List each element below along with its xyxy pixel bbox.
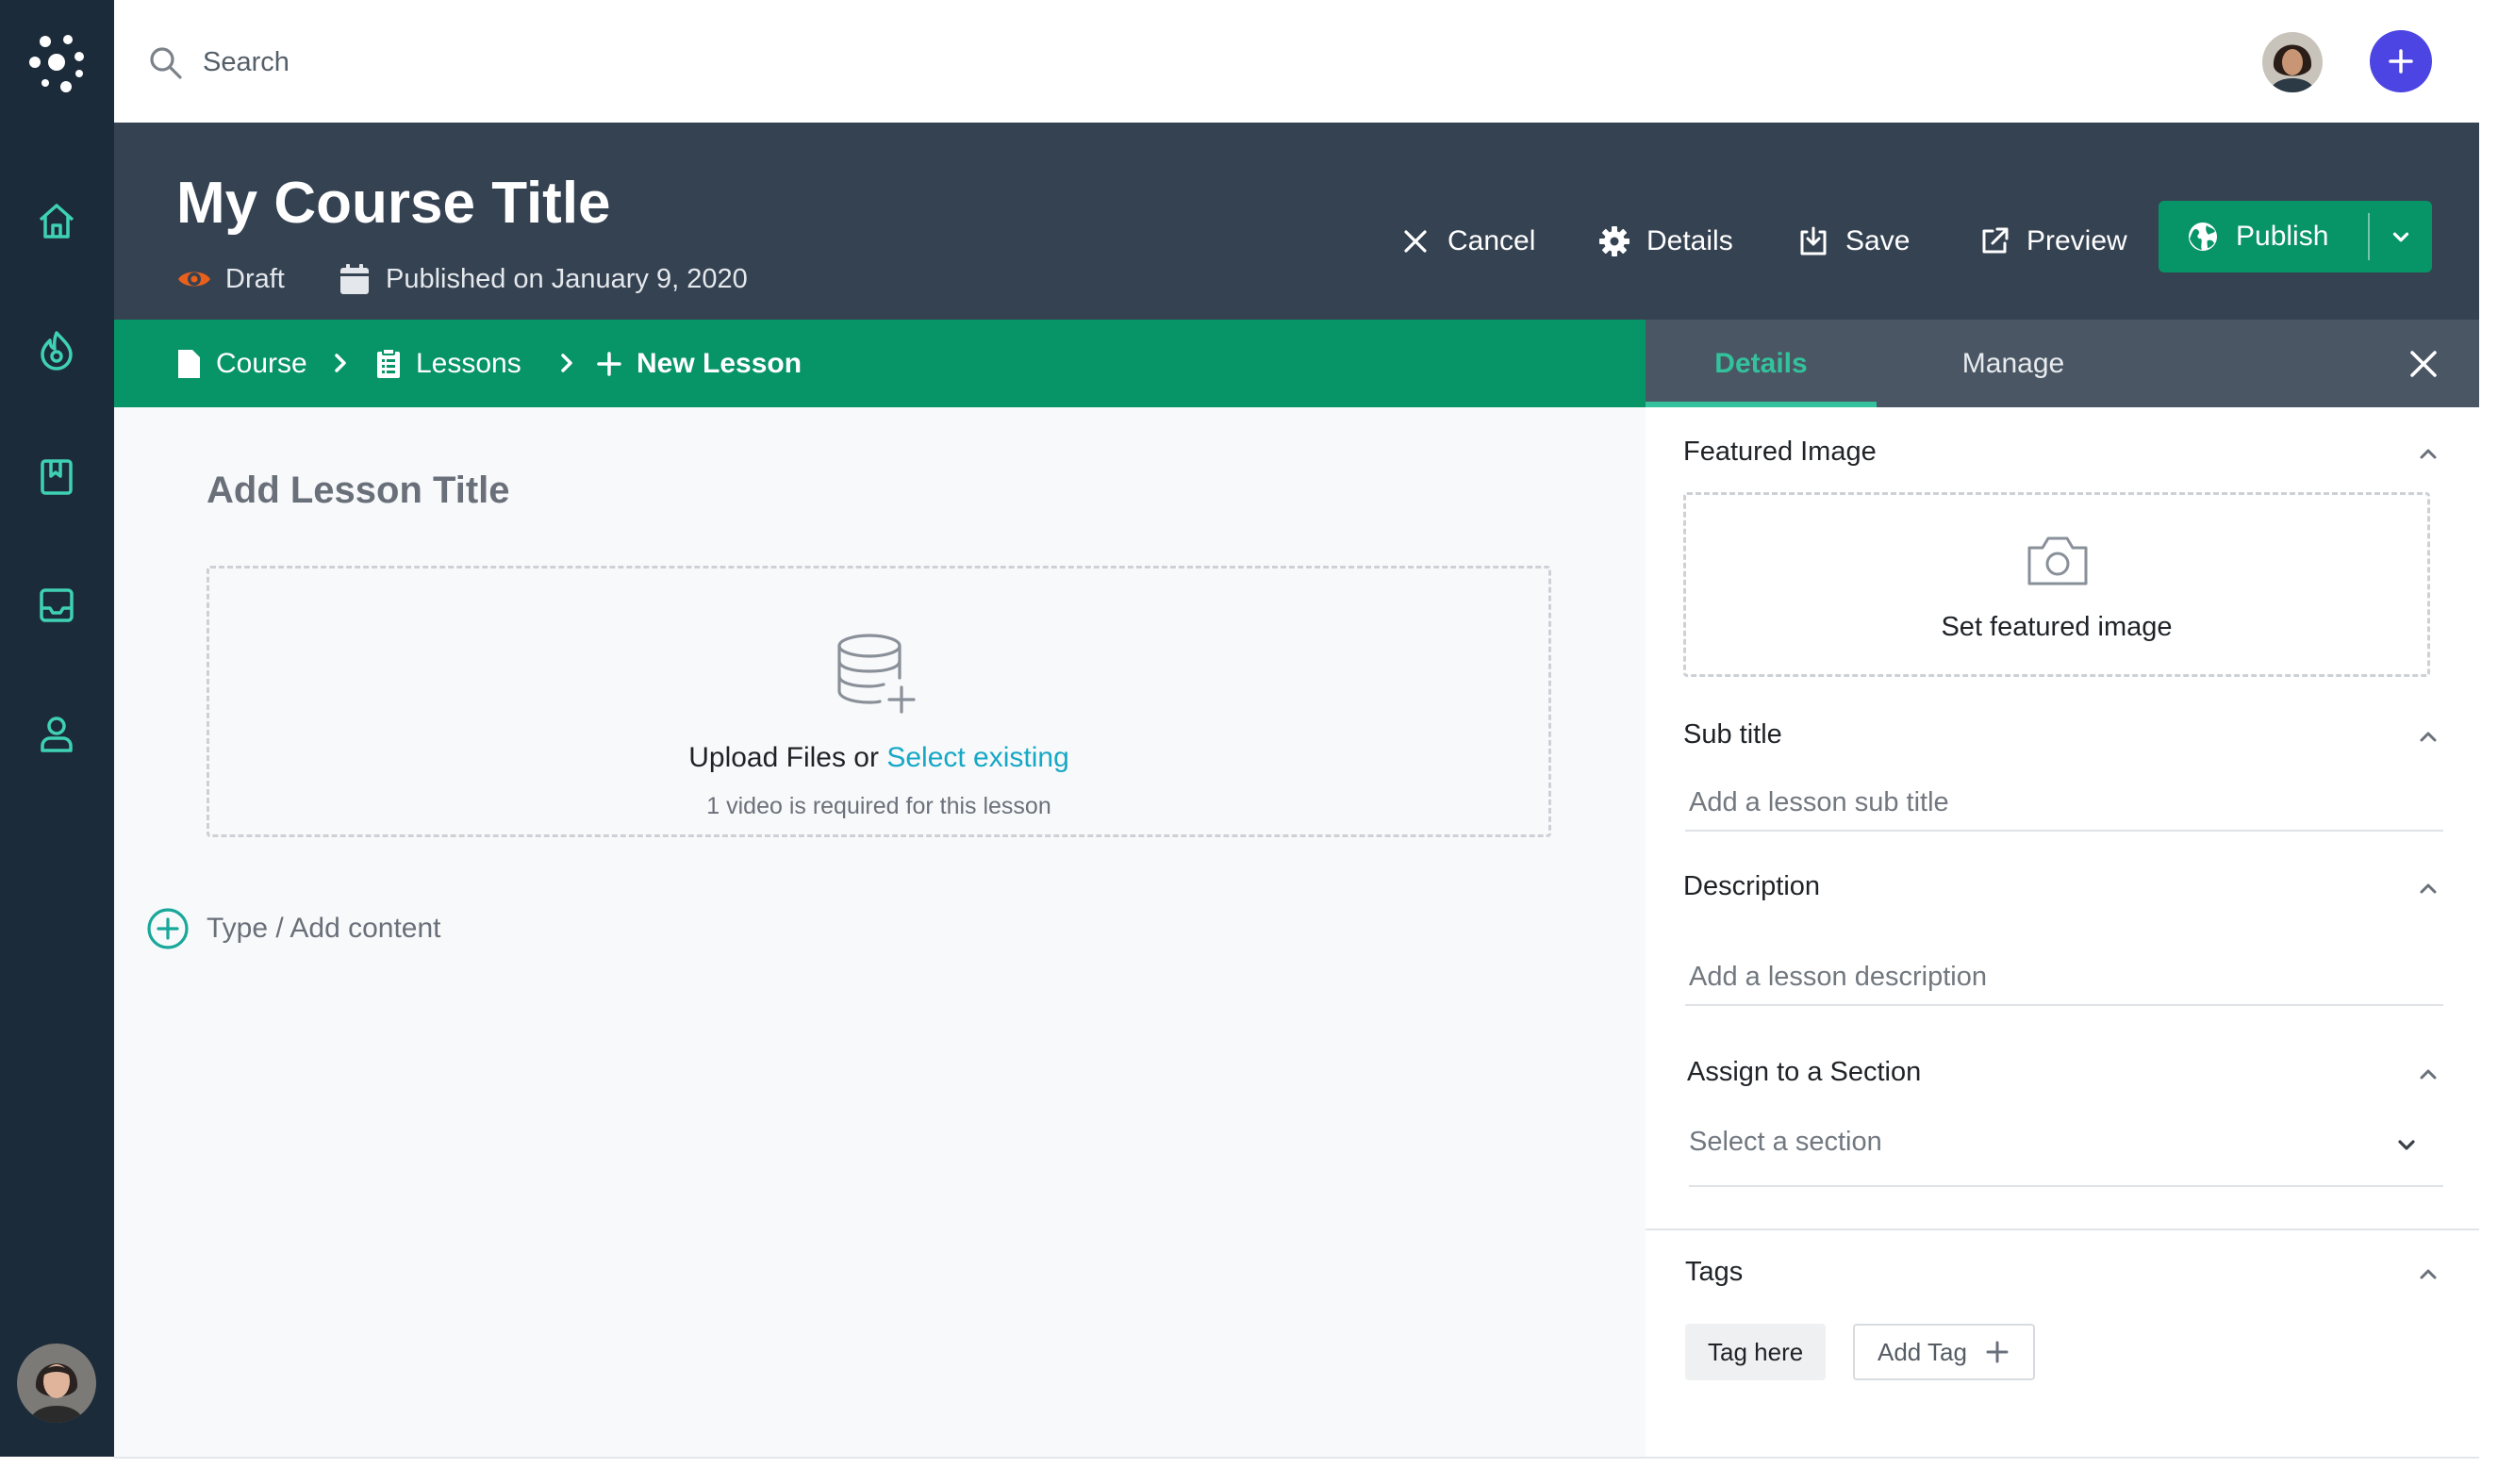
description-label: Description <box>1683 871 1821 901</box>
save-label: Save <box>1845 225 1911 256</box>
save-icon <box>1800 226 1827 256</box>
top-bar <box>114 0 2479 123</box>
chevron-right-icon <box>561 354 572 372</box>
cancel-button[interactable]: Cancel <box>1398 215 1535 268</box>
active-tab-indicator <box>1646 402 1877 407</box>
description-input[interactable] <box>1685 949 2443 1006</box>
chevron-up-icon[interactable] <box>2415 1061 2441 1087</box>
chevron-up-icon[interactable] <box>2415 723 2441 750</box>
publish-button-group: Publish <box>2159 201 2432 272</box>
upload-dropzone[interactable]: Upload Files or Select existing 1 video … <box>207 566 1551 837</box>
publish-button[interactable]: Publish <box>2159 201 2368 272</box>
breadcrumb-lessons[interactable]: Lessons <box>374 320 521 407</box>
subtitle-input[interactable] <box>1685 775 2443 832</box>
set-featured-image-label: Set featured image <box>1941 612 2173 642</box>
cancel-label: Cancel <box>1448 225 1536 256</box>
subtitle-label: Sub title <box>1683 719 1782 750</box>
breadcrumb-current: New Lesson <box>595 320 802 407</box>
current-user-avatar[interactable] <box>17 1344 96 1423</box>
add-tag-label: Add Tag <box>1878 1337 1967 1366</box>
bottom-edge <box>114 1457 2479 1459</box>
nav-book-icon[interactable] <box>28 449 85 505</box>
upload-files-text[interactable]: Upload Files or <box>688 742 879 773</box>
nav-inbox-icon[interactable] <box>28 577 85 634</box>
external-link-icon <box>1982 227 2009 254</box>
nav-home-icon[interactable] <box>28 192 85 249</box>
lesson-title-input[interactable]: Add Lesson Title <box>207 470 510 512</box>
eye-icon <box>178 272 210 287</box>
tab-manage[interactable]: Manage <box>1877 320 2150 407</box>
add-tag-button[interactable]: Add Tag <box>1853 1324 2035 1380</box>
publish-date-text: Published on January 9, 2020 <box>386 263 748 294</box>
nav-fire-icon[interactable] <box>28 321 85 377</box>
user-avatar[interactable] <box>2262 32 2323 92</box>
app-logo-icon[interactable] <box>23 28 91 96</box>
assign-section-label: Assign to a Section <box>1687 1057 1922 1087</box>
search-input[interactable] <box>203 38 863 87</box>
section-select[interactable]: Select a section <box>1689 1113 2443 1187</box>
breadcrumb-lessons-label: Lessons <box>416 347 521 379</box>
chevron-down-icon <box>2392 232 2409 242</box>
app-root: My Course Title Draft Published on Janua… <box>0 0 2498 1484</box>
preview-label: Preview <box>2027 225 2127 256</box>
publish-options-button[interactable] <box>2370 201 2432 272</box>
breadcrumb-current-label: New Lesson <box>637 347 802 379</box>
nav-user-icon[interactable] <box>28 705 85 762</box>
gear-icon <box>1599 226 1629 256</box>
lesson-editor: Add Lesson Title Upload Files or Select … <box>114 407 1646 1457</box>
tag-chip[interactable]: Tag here <box>1685 1324 1827 1380</box>
section-select-value: Select a section <box>1689 1127 1882 1157</box>
featured-image-label: Featured Image <box>1683 437 1877 467</box>
close-panel-icon[interactable] <box>2404 344 2443 384</box>
breadcrumb-course[interactable]: Course <box>174 320 307 407</box>
add-content-button[interactable]: Type / Add content <box>146 907 441 950</box>
details-label: Details <box>1646 225 1733 256</box>
breadcrumb-course-label: Course <box>216 347 307 379</box>
chevron-down-icon <box>2398 1140 2415 1150</box>
left-rail <box>0 0 114 1457</box>
tab-details[interactable]: Details <box>1646 320 1877 407</box>
plus-icon <box>1986 1341 2009 1363</box>
panel-tabs: Details Manage <box>1646 320 2479 407</box>
database-add-icon <box>837 634 916 714</box>
chevron-up-icon[interactable] <box>2415 875 2441 901</box>
upload-instructions: Upload Files or Select existing <box>209 742 1548 774</box>
preview-button[interactable]: Preview <box>1977 215 2127 268</box>
status-badge: Draft <box>176 261 285 297</box>
publish-date: Published on January 9, 2020 <box>337 261 748 297</box>
breadcrumb: Course Lessons New Lesson <box>114 320 1646 407</box>
chevron-up-icon[interactable] <box>2415 1261 2441 1287</box>
video-requirement-note: 1 video is required for this lesson <box>706 793 1051 819</box>
add-content-label: Type / Add content <box>207 913 441 944</box>
set-featured-image-dropzone[interactable]: Set featured image <box>1683 492 2430 677</box>
status-text: Draft <box>225 263 285 294</box>
calendar-icon <box>340 264 369 294</box>
save-button[interactable]: Save <box>1796 215 1910 268</box>
clipboard-list-icon <box>377 347 400 378</box>
lesson-details-panel: Details Manage Featured Image Set featur… <box>1646 320 2479 1457</box>
panel-divider <box>1646 1228 2479 1230</box>
details-button[interactable]: Details <box>1597 215 1733 268</box>
chevron-up-icon[interactable] <box>2415 440 2441 467</box>
publish-label: Publish <box>2236 221 2329 252</box>
close-icon <box>1404 230 1427 253</box>
tags-label: Tags <box>1685 1257 1744 1287</box>
select-existing-link[interactable]: Select existing <box>886 742 1068 773</box>
add-new-button[interactable] <box>2370 30 2432 92</box>
course-title[interactable]: My Course Title <box>176 170 611 237</box>
camera-icon <box>2027 536 2088 585</box>
search-icon <box>150 47 182 79</box>
file-icon <box>178 349 200 378</box>
plus-circle-icon <box>147 908 189 949</box>
globe-icon <box>2189 223 2217 251</box>
plus-icon <box>2389 49 2413 74</box>
plus-icon <box>597 351 621 376</box>
chevron-right-icon <box>335 354 346 372</box>
course-header: My Course Title Draft Published on Janua… <box>114 123 2479 320</box>
